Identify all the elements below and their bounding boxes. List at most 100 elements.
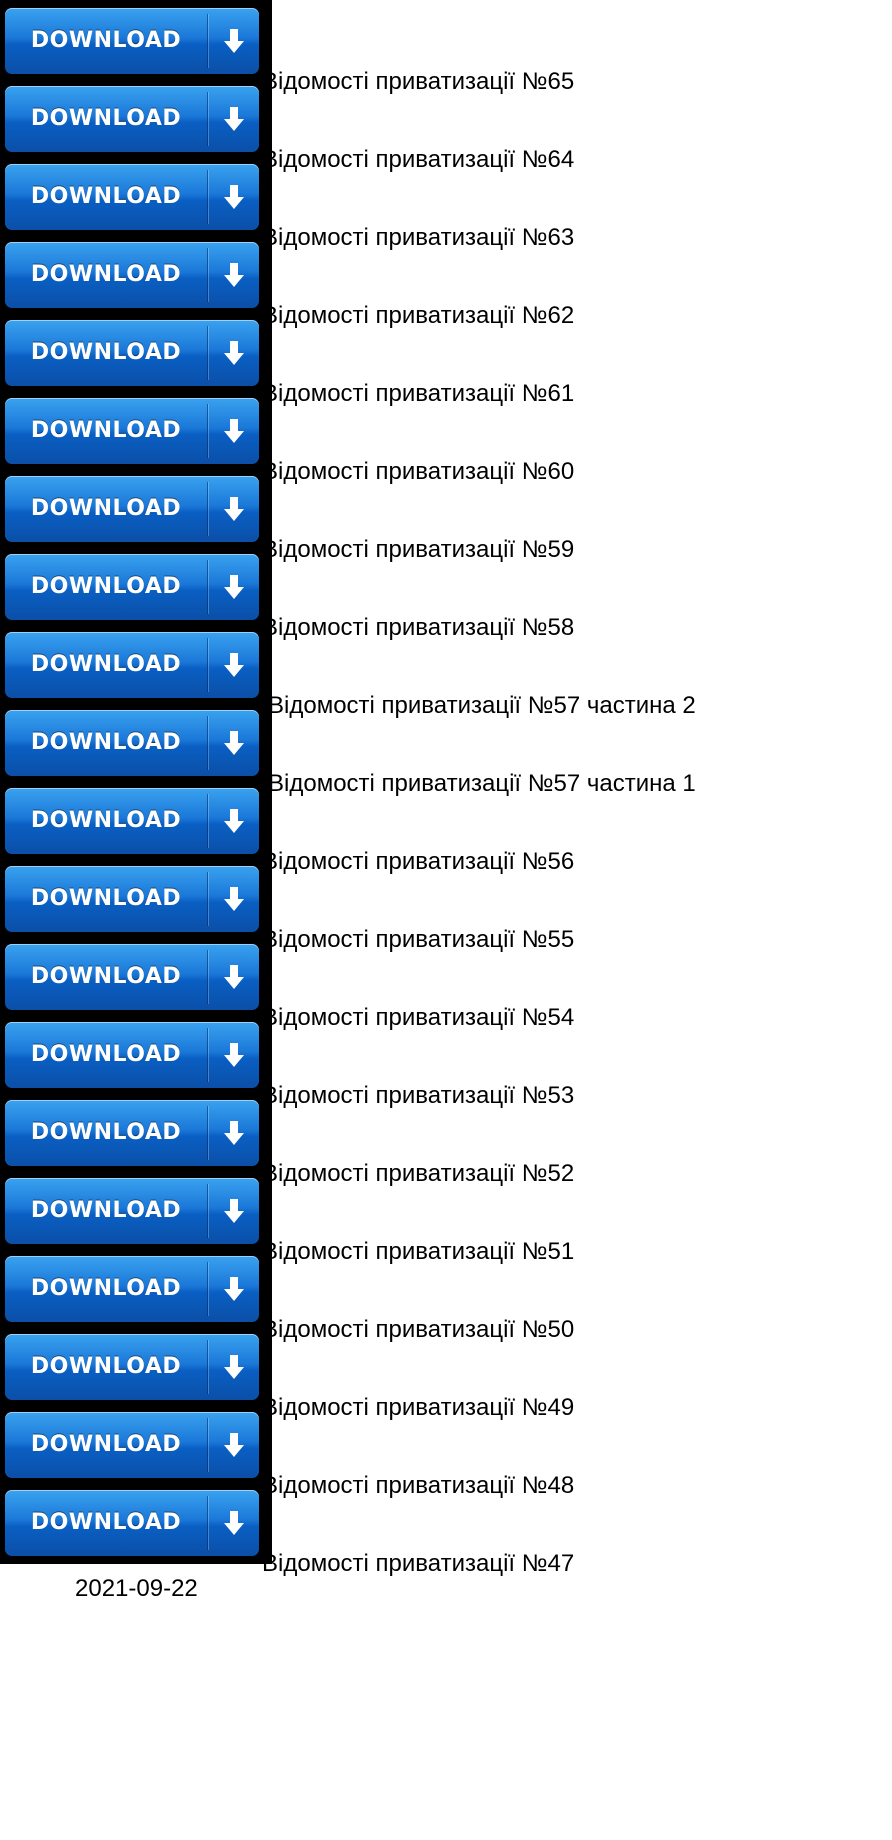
document-row: DOWNLOAD Відомості приватизації №48 (0, 1404, 892, 1499)
download-button-label: DOWNLOAD (30, 886, 182, 911)
download-button[interactable]: DOWNLOAD (0, 1014, 272, 1096)
download-button[interactable]: DOWNLOAD (0, 78, 272, 160)
download-button-face: DOWNLOAD (5, 554, 259, 620)
document-row: DOWNLOAD Відомості приватизації №54 (0, 936, 892, 1031)
download-button-face: DOWNLOAD (5, 1490, 259, 1556)
download-button[interactable]: DOWNLOAD (0, 1248, 272, 1330)
download-button-label: DOWNLOAD (30, 496, 182, 521)
download-arrow-icon (208, 788, 259, 854)
document-row: DOWNLOAD Відомості приватизації №58 (0, 546, 892, 641)
download-button[interactable]: DOWNLOAD (0, 1404, 272, 1486)
document-row: DOWNLOAD Відомості приватизації №59 (0, 468, 892, 563)
download-button-face: DOWNLOAD (5, 866, 259, 932)
download-button-label: DOWNLOAD (30, 1042, 182, 1067)
document-row: DOWNLOAD Відомості приватизації №56 (0, 780, 892, 875)
document-row: DOWNLOAD Відомості приватизації №53 (0, 1014, 892, 1109)
download-button[interactable]: DOWNLOAD (0, 936, 272, 1018)
download-button-face: DOWNLOAD (5, 710, 259, 776)
download-button-label: DOWNLOAD (30, 184, 182, 209)
download-arrow-icon (208, 476, 259, 542)
download-button-face: DOWNLOAD (5, 1022, 259, 1088)
download-button-face: DOWNLOAD (5, 1334, 259, 1400)
download-arrow-icon (208, 1100, 259, 1166)
download-button[interactable]: DOWNLOAD (0, 1092, 272, 1174)
download-button[interactable]: DOWNLOAD (0, 546, 272, 628)
download-arrow-icon (208, 1412, 259, 1478)
download-button[interactable]: DOWNLOAD (0, 234, 272, 316)
download-button-face: DOWNLOAD (5, 1100, 259, 1166)
download-arrow-icon (208, 242, 259, 308)
download-button-label: DOWNLOAD (30, 574, 182, 599)
download-button-label: DOWNLOAD (30, 730, 182, 755)
download-button-face: DOWNLOAD (5, 1178, 259, 1244)
download-button-face: DOWNLOAD (5, 86, 259, 152)
download-button-label: DOWNLOAD (30, 808, 182, 833)
download-arrow-icon (208, 554, 259, 620)
document-row: DOWNLOAD Відомості приватизації №50 (0, 1248, 892, 1343)
download-arrow-icon (208, 710, 259, 776)
download-button-face: DOWNLOAD (5, 944, 259, 1010)
document-date: 2021-09-22 (75, 1575, 198, 1602)
download-button-label: DOWNLOAD (30, 106, 182, 131)
download-button-face: DOWNLOAD (5, 8, 259, 74)
download-button[interactable]: DOWNLOAD (0, 1482, 272, 1564)
download-arrow-icon (208, 320, 259, 386)
document-list: DOWNLOAD Відомості приватизації №65 DOWNLO… (0, 0, 892, 1840)
download-button-face: DOWNLOAD (5, 320, 259, 386)
download-button-label: DOWNLOAD (30, 262, 182, 287)
download-button[interactable]: DOWNLOAD (0, 312, 272, 394)
download-button[interactable]: DOWNLOAD (0, 468, 272, 550)
download-button-label: DOWNLOAD (30, 1120, 182, 1145)
download-button-face: DOWNLOAD (5, 1256, 259, 1322)
download-button[interactable]: DOWNLOAD (0, 702, 272, 784)
download-button-label: DOWNLOAD (30, 652, 182, 677)
download-arrow-icon (208, 1256, 259, 1322)
download-button-label: DOWNLOAD (30, 1510, 182, 1535)
download-button-label: DOWNLOAD (30, 1276, 182, 1301)
download-button-face: DOWNLOAD (5, 632, 259, 698)
download-button[interactable]: DOWNLOAD (0, 1170, 272, 1252)
download-button[interactable]: DOWNLOAD (0, 156, 272, 238)
download-button-label: DOWNLOAD (30, 418, 182, 443)
download-button[interactable]: DOWNLOAD (0, 624, 272, 706)
document-row: DOWNLOAD Відомості приватизації №65 (0, 0, 892, 95)
download-button-face: DOWNLOAD (5, 788, 259, 854)
document-row: DOWNLOAD Відомості приватизації №47 2021-0… (0, 1482, 892, 1602)
download-arrow-icon (208, 8, 259, 74)
download-button-label: DOWNLOAD (30, 340, 182, 365)
download-arrow-icon (208, 944, 259, 1010)
download-button[interactable]: DOWNLOAD (0, 0, 272, 82)
download-button-face: DOWNLOAD (5, 242, 259, 308)
download-button-face: DOWNLOAD (5, 398, 259, 464)
download-button-label: DOWNLOAD (30, 1198, 182, 1223)
document-row: DOWNLOAD Відомості приватизації №57 части… (0, 702, 892, 797)
download-arrow-icon (208, 1178, 259, 1244)
download-button[interactable]: DOWNLOAD (0, 390, 272, 472)
download-button[interactable]: DOWNLOAD (0, 1326, 272, 1408)
document-row: DOWNLOAD Відомості приватизації №61 (0, 312, 892, 407)
download-button-label: DOWNLOAD (30, 1432, 182, 1457)
download-arrow-icon (208, 86, 259, 152)
download-arrow-icon (208, 164, 259, 230)
document-row: DOWNLOAD Відомості приватизації №49 (0, 1326, 892, 1421)
download-button[interactable]: DOWNLOAD (0, 780, 272, 862)
download-arrow-icon (208, 398, 259, 464)
document-row: DOWNLOAD Відомості приватизації №62 (0, 234, 892, 329)
document-row: DOWNLOAD Відомості приватизації №51 (0, 1170, 892, 1265)
download-button-label: DOWNLOAD (30, 28, 182, 53)
download-button-face: DOWNLOAD (5, 1412, 259, 1478)
document-title-link[interactable]: Відомості приватизації №47 (262, 1550, 574, 1578)
download-arrow-icon (208, 1490, 259, 1556)
download-arrow-icon (208, 866, 259, 932)
document-row: DOWNLOAD Відомості приватизації №52 (0, 1092, 892, 1187)
document-row: DOWNLOAD Відомості приватизації №57 части… (0, 624, 892, 719)
download-arrow-icon (208, 1022, 259, 1088)
document-row: DOWNLOAD Відомості приватизації №60 (0, 390, 892, 485)
download-button-label: DOWNLOAD (30, 964, 182, 989)
download-button[interactable]: DOWNLOAD (0, 858, 272, 940)
document-row: DOWNLOAD Відомості приватизації №63 (0, 156, 892, 251)
download-button-face: DOWNLOAD (5, 476, 259, 542)
download-arrow-icon (208, 1334, 259, 1400)
download-arrow-icon (208, 632, 259, 698)
document-row: DOWNLOAD Відомості приватизації №64 (0, 78, 892, 173)
